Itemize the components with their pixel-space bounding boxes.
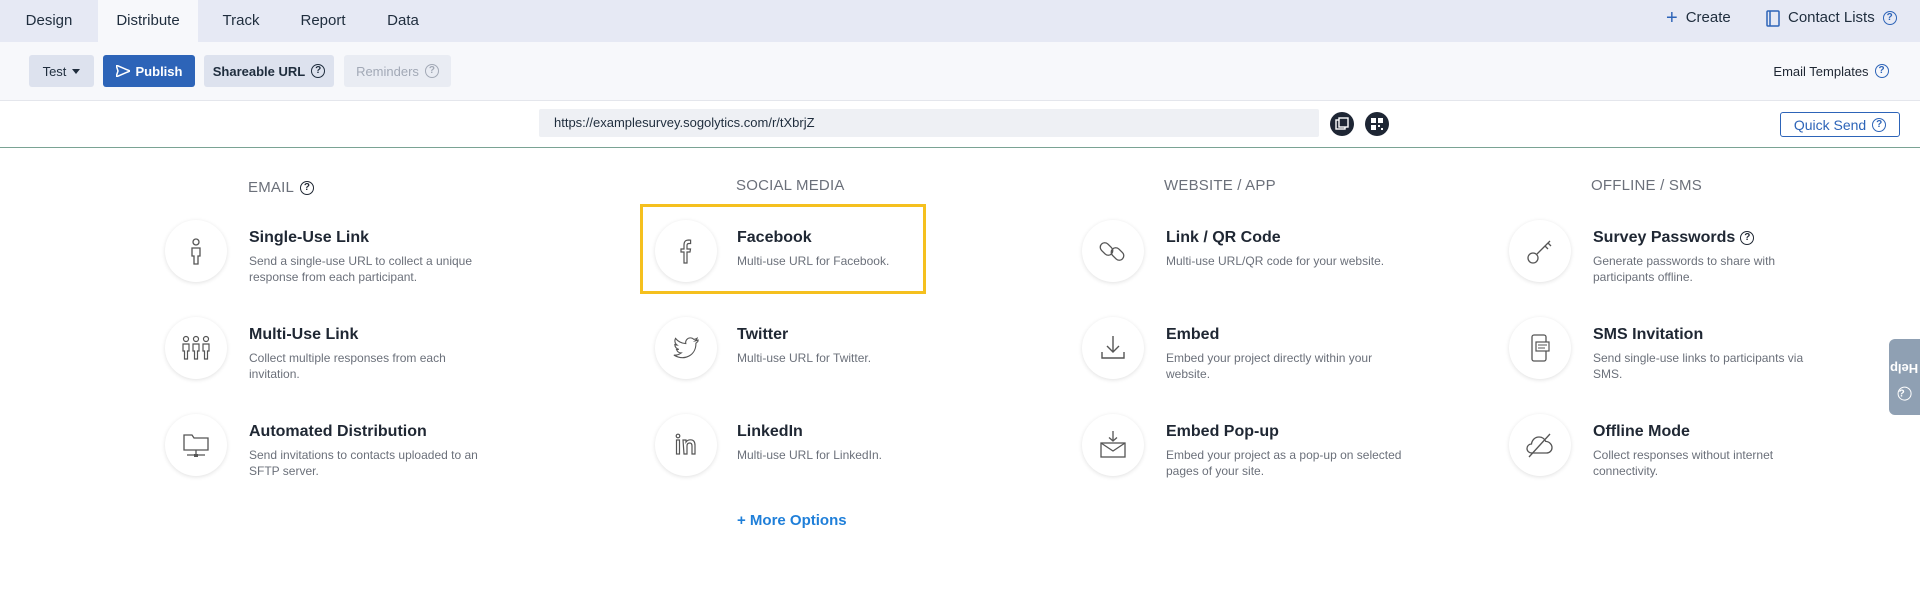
- contact-lists-button[interactable]: Contact Lists ?: [1766, 0, 1897, 36]
- distribute-toolbar: Test Publish Shareable URL ? Reminders ?…: [0, 42, 1920, 101]
- copy-icon: [1335, 117, 1349, 130]
- copy-url-button[interactable]: [1330, 112, 1354, 136]
- key-icon: [1527, 240, 1552, 264]
- phone-message-icon: [1531, 334, 1550, 362]
- help-icon: ?: [424, 64, 439, 78]
- contact-book-icon: [1766, 9, 1780, 27]
- help-icon[interactable]: ?: [311, 64, 326, 78]
- survey-url-field[interactable]: https://examplesurvey.sogolytics.com/r/t…: [539, 109, 1319, 137]
- link-icon: [1099, 242, 1125, 261]
- caret-down-icon: [72, 68, 81, 74]
- offline-mode-option[interactable]: Offline Mode Collect responses without i…: [1509, 414, 1839, 494]
- download-icon: [1101, 336, 1125, 359]
- sms-invitation-option[interactable]: SMS Invitation Send single-use links to …: [1509, 317, 1839, 397]
- offline-sms-heading: OFFLINE / SMS: [1591, 177, 1702, 194]
- single-use-link-option[interactable]: Single-Use Link Send a single-use URL to…: [165, 220, 495, 300]
- help-icon[interactable]: ?: [1872, 117, 1887, 132]
- website-app-heading: WEBSITE / APP: [1164, 177, 1276, 194]
- folder-network-icon: [183, 434, 209, 457]
- twitter-icon: [673, 337, 699, 359]
- tab-distribute[interactable]: Distribute: [98, 0, 198, 42]
- email-templates-link[interactable]: Email Templates ?: [1766, 55, 1896, 87]
- facebook-option[interactable]: Facebook Multi-use URL for Facebook.: [655, 220, 985, 300]
- quick-send-button[interactable]: Quick Send ?: [1780, 112, 1900, 137]
- email-heading: EMAIL ?: [248, 179, 315, 196]
- shareable-url-button[interactable]: Shareable URL ?: [204, 55, 334, 87]
- linkedin-icon: [675, 433, 696, 455]
- help-icon[interactable]: ?: [1874, 64, 1889, 78]
- publish-button[interactable]: Publish: [103, 55, 195, 87]
- more-options-link[interactable]: + More Options: [737, 512, 847, 529]
- help-icon[interactable]: ?: [1740, 231, 1755, 245]
- linkedin-option[interactable]: LinkedIn Multi-use URL for LinkedIn.: [655, 414, 985, 494]
- envelope-download-icon: [1100, 431, 1126, 458]
- tab-data[interactable]: Data: [368, 0, 438, 42]
- create-button[interactable]: + Create: [1666, 0, 1731, 36]
- embed-popup-option[interactable]: Embed Pop-up Embed your project as a pop…: [1082, 414, 1412, 494]
- link-qr-code-option[interactable]: Link / QR Code Multi-use URL/QR code for…: [1082, 220, 1412, 300]
- facebook-icon: [680, 239, 692, 264]
- qr-code-icon: [1371, 118, 1383, 130]
- tab-report[interactable]: Report: [286, 0, 360, 42]
- embed-option[interactable]: Embed Embed your project directly within…: [1082, 317, 1412, 397]
- send-icon: [115, 65, 130, 77]
- test-dropdown[interactable]: Test: [29, 55, 94, 87]
- social-media-heading: SOCIAL MEDIA: [736, 177, 845, 194]
- help-icon[interactable]: ?: [1882, 11, 1897, 25]
- help-side-tab[interactable]: ? Help: [1889, 339, 1920, 415]
- survey-url-row: https://examplesurvey.sogolytics.com/r/t…: [0, 101, 1920, 148]
- automated-distribution-option[interactable]: Automated Distribution Send invitations …: [165, 414, 495, 494]
- twitter-option[interactable]: Twitter Multi-use URL for Twitter.: [655, 317, 985, 397]
- plus-icon: +: [1666, 7, 1678, 29]
- tab-track[interactable]: Track: [204, 0, 278, 42]
- multi-use-link-option[interactable]: Multi-Use Link Collect multiple response…: [165, 317, 495, 397]
- help-icon: ?: [1897, 386, 1912, 401]
- tab-design[interactable]: Design: [0, 0, 98, 42]
- survey-passwords-option[interactable]: Survey Passwords? Generate passwords to …: [1509, 220, 1839, 300]
- qr-code-button[interactable]: [1365, 112, 1389, 136]
- help-icon[interactable]: ?: [300, 180, 315, 195]
- people-icon: [182, 335, 210, 360]
- top-tab-bar: Design Distribute Track Report Data + Cr…: [0, 0, 1920, 42]
- person-icon: [191, 238, 201, 265]
- cloud-off-icon: [1526, 433, 1553, 458]
- reminders-button: Reminders ?: [344, 55, 451, 87]
